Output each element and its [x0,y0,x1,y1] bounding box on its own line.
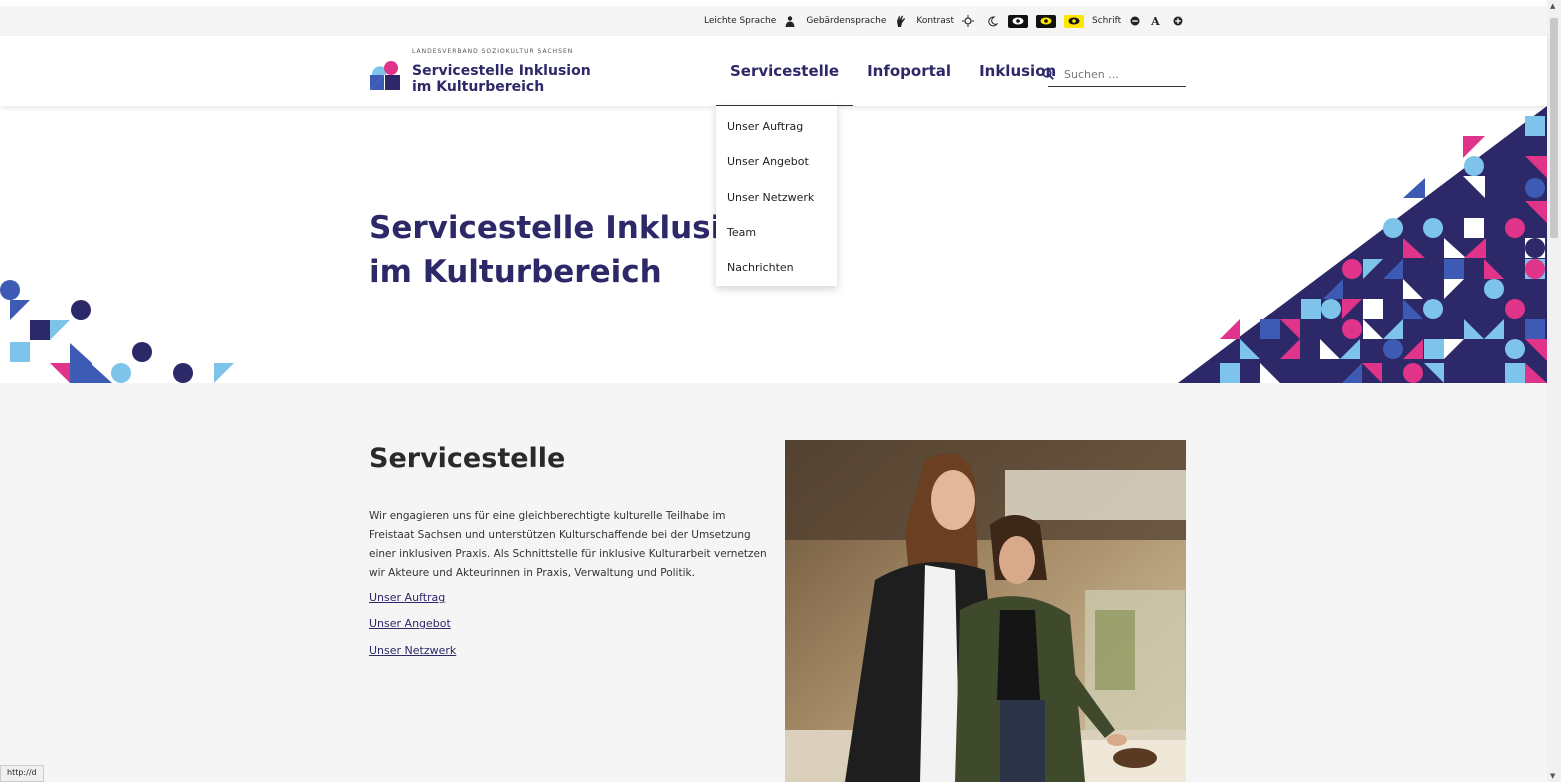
link-unser-netzwerk[interactable]: Unser Netzwerk [369,644,456,657]
sun-icon[interactable] [960,14,976,28]
search-box [1042,62,1186,87]
contrast-dark-eye-icon[interactable] [1008,14,1028,28]
dropdown-item-unser-netzwerk[interactable]: Unser Netzwerk [727,191,814,204]
link-unser-auftrag[interactable]: Unser Auftrag [369,591,445,604]
section-description: Wir engagieren uns für eine gleichberech… [369,510,767,579]
nav-item-servicestelle[interactable]: Servicestelle [716,36,854,106]
photo-illustration [785,440,1186,782]
sign-language-icon[interactable] [892,14,908,28]
main-navigation: Servicestelle Infoportal Inklusion [716,36,1070,106]
contrast-yellow-on-black-eye-icon[interactable] [1036,14,1056,28]
photo-two-women-museum [785,440,1186,782]
scroll-down-arrow-icon[interactable]: ▼ [1550,772,1555,780]
browser-status-bar: http://d [0,765,44,782]
dropdown-item-unser-auftrag[interactable]: Unser Auftrag [727,120,803,133]
scroll-up-arrow-icon[interactable]: ▲ [1550,2,1555,10]
logo-organization-text: LANDESVERBAND SOZIOKULTUR SACHSEN [412,48,574,55]
intro-section: Servicestelle Wir engagieren uns für ein… [0,383,1547,782]
easy-language-icon[interactable] [782,14,798,28]
sign-language-link[interactable]: Gebärdensprache [806,16,886,26]
section-title: Servicestelle [369,443,566,474]
hero-title-line2: im Kulturbereich [369,254,662,290]
nav-item-infoportal[interactable]: Infoportal [853,36,965,106]
dropdown-item-unser-angebot[interactable]: Unser Angebot [727,155,809,168]
font-decrease-icon[interactable] [1127,14,1143,28]
moon-icon[interactable] [984,14,1000,28]
scrollbar-thumb[interactable] [1550,18,1558,238]
site-logo[interactable]: LANDESVERBAND SOZIOKULTUR SACHSEN Servic… [370,48,591,98]
font-increase-icon[interactable] [1170,14,1186,28]
search-icon[interactable] [1042,68,1054,80]
dropdown-item-nachrichten[interactable]: Nachrichten [727,261,794,274]
page-scrollbar[interactable]: ▲ ▼ [1547,0,1561,782]
accessibility-toolbar: Leichte Sprache Gebärdensprache Kontrast… [0,6,1547,36]
hero-title-line1: Servicestelle Inklusion [369,210,765,246]
logo-mark-icon [370,61,400,90]
hero-title: Servicestelle Inklusion im Kulturbereich [369,206,765,294]
search-input[interactable] [1062,66,1176,82]
link-unser-angebot[interactable]: Unser Angebot [369,617,451,630]
contrast-black-on-yellow-eye-icon[interactable] [1064,14,1084,28]
logo-title-line2: im Kulturbereich [412,79,545,95]
font-size-label: Schrift [1092,16,1122,26]
contrast-label: Kontrast [916,16,954,26]
dropdown-item-team[interactable]: Team [727,226,756,239]
site-header: LANDESVERBAND SOZIOKULTUR SACHSEN Servic… [0,36,1547,106]
font-reset-icon[interactable]: A [1151,15,1160,28]
servicestelle-dropdown-menu: Unser Auftrag Unser Angebot Unser Netzwe… [716,106,837,286]
logo-title-line1: Servicestelle Inklusion [412,63,591,79]
easy-language-link[interactable]: Leichte Sprache [704,16,776,26]
